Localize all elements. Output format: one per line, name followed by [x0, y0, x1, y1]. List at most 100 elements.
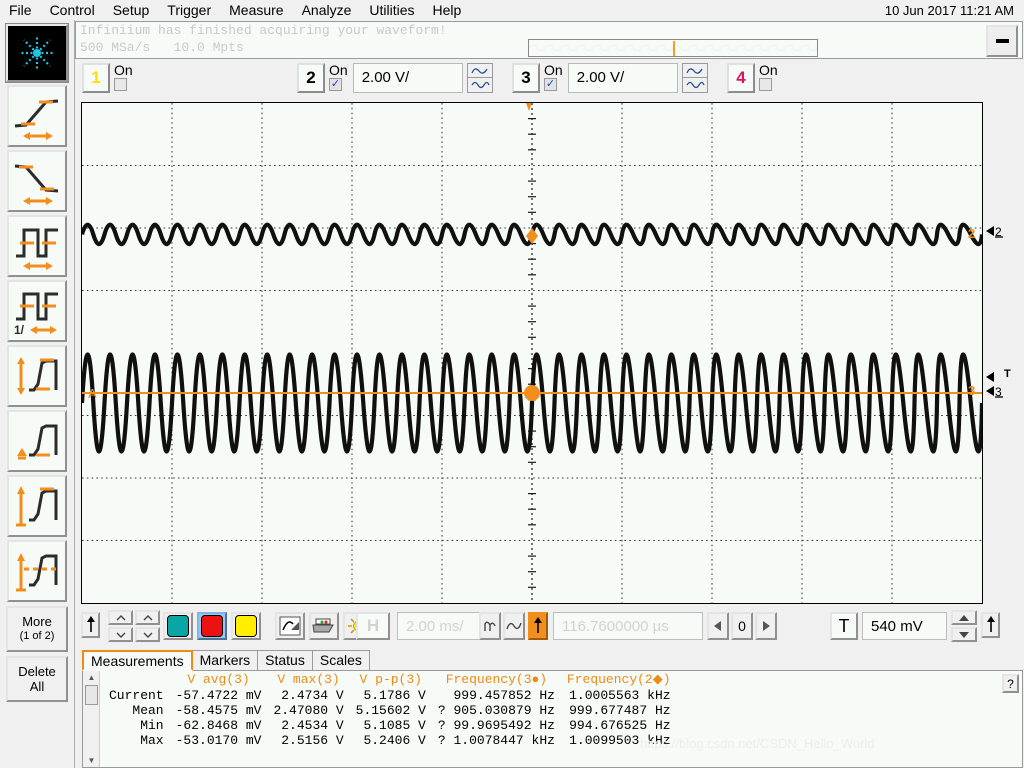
minimize-button[interactable]: [986, 25, 1018, 57]
scroll-up-button-2[interactable]: [135, 610, 160, 625]
cell-mean-v-max: 2.47080 V: [273, 703, 344, 718]
trigger-coupling-button[interactable]: [479, 612, 501, 640]
stop-indicator-icon: [201, 615, 223, 637]
logo-button[interactable]: [6, 24, 68, 82]
channel-2-ac-coupling-button[interactable]: [466, 63, 493, 78]
delay-increment-button[interactable]: [755, 612, 777, 640]
chevron-up-icon: [143, 614, 152, 620]
table-row: Current -57.4722 mV 2.4734 V 5.1786 V 99…: [103, 688, 677, 703]
col-header-v-pp[interactable]: V p-p(3): [350, 671, 432, 688]
menu-item-measure[interactable]: Measure: [220, 1, 292, 19]
channel-3-scale-field[interactable]: 2.00 V/: [567, 63, 678, 93]
amplitude-icon: [17, 357, 58, 395]
sample-rate-value: 500 MSa/s: [80, 40, 151, 55]
trigger-mode-button[interactable]: [503, 612, 525, 640]
menu-item-utilities[interactable]: Utilities: [360, 1, 423, 19]
channel-1-checkbox[interactable]: ✓: [114, 78, 127, 91]
menu-item-setup[interactable]: Setup: [104, 1, 159, 19]
channel-3-dc-coupling-button[interactable]: [681, 78, 708, 93]
frequency-measurement-button[interactable]: 1/: [7, 280, 67, 342]
row-label-max: Max: [140, 733, 164, 748]
channel-2-dc-coupling-button[interactable]: [466, 78, 493, 93]
oscilloscope-window: File Control Setup Trigger Measure Analy…: [0, 0, 1024, 768]
single-indicator-icon: [235, 615, 257, 637]
single-button[interactable]: [231, 612, 261, 640]
col-header-freq-3[interactable]: Frequency(3●): [432, 671, 561, 688]
horizontal-scale-button[interactable]: H: [356, 612, 390, 640]
top-level-measurement-button[interactable]: [7, 475, 67, 537]
tab-scales[interactable]: Scales: [311, 650, 370, 671]
menu-item-analyze[interactable]: Analyze: [293, 1, 361, 19]
delay-value-button[interactable]: 0: [731, 612, 753, 640]
channel-4-button[interactable]: 4: [727, 63, 755, 93]
more-button[interactable]: More (1 of 2): [6, 606, 68, 652]
channel-1-button[interactable]: 1: [82, 63, 110, 93]
tab-status[interactable]: Status: [257, 650, 313, 671]
triangle-down-icon: [959, 631, 969, 638]
trigger-level-icon-button[interactable]: T: [830, 612, 858, 640]
tab-markers[interactable]: Markers: [191, 650, 259, 671]
scrollbar-down-arrow-icon[interactable]: ▼: [83, 754, 100, 767]
delete-all-button[interactable]: Delete All: [6, 656, 68, 702]
rise-time-measurement-button[interactable]: [7, 85, 67, 147]
top-level-icon: [16, 486, 58, 527]
delay-field[interactable]: 116.7600000 µs: [553, 612, 703, 640]
pulse-width-measurement-button[interactable]: [7, 215, 67, 277]
fall-time-measurement-button[interactable]: [7, 150, 67, 212]
status-message: Infiniium has finished acquiring your wa…: [80, 23, 447, 38]
measurements-scrollbar[interactable]: ▲ ▼: [83, 671, 100, 767]
menu-item-trigger[interactable]: Trigger: [158, 1, 220, 19]
trigger-level-up-button[interactable]: [951, 610, 977, 625]
ac-coupling-icon: [471, 67, 488, 74]
amplitude-measurement-button[interactable]: [7, 345, 67, 407]
channel-3-offset-marker[interactable]: [524, 385, 540, 401]
channel-4-checkbox[interactable]: ✓: [759, 78, 772, 91]
channel-3-checkbox[interactable]: ✓: [544, 78, 557, 91]
trigger-level-field[interactable]: 540 mV: [862, 612, 947, 640]
autoscale-button[interactable]: [275, 612, 305, 640]
menu-item-help[interactable]: Help: [424, 1, 471, 19]
channel-2-scale-field[interactable]: 2.00 V/: [352, 63, 463, 93]
measurement-tool-rail: 1/ More (1 of 2) Delete All: [0, 20, 75, 768]
table-row: Max -53.0170 mV 2.5156 V 5.2406 V ? 1.00…: [103, 733, 677, 748]
print-button[interactable]: [309, 612, 339, 640]
infiniium-logo-icon: [19, 35, 55, 71]
trigger-find-button[interactable]: [981, 612, 1000, 638]
tab-measurements[interactable]: Measurements: [82, 650, 193, 671]
cell-max-freq-2: 1.0099503 kHz: [569, 733, 671, 748]
waveform-display[interactable]: A: [81, 102, 983, 604]
channel-1-group: 1 On ✓: [82, 63, 133, 97]
col-header-freq-2[interactable]: Frequency(2◆): [561, 671, 677, 688]
base-level-measurement-button[interactable]: [7, 410, 67, 472]
channel-3-ac-coupling-button[interactable]: [681, 63, 708, 78]
trigger-position-marker[interactable]: [526, 103, 532, 111]
scroll-down-button-1[interactable]: [108, 627, 133, 642]
delay-reset-button[interactable]: [528, 612, 548, 640]
delay-decrement-button[interactable]: [707, 612, 729, 640]
trigger-edge-icon: [484, 621, 496, 631]
run-stop-arrow-button[interactable]: [81, 612, 100, 638]
scrollbar-up-arrow-icon[interactable]: ▲: [83, 671, 100, 684]
col-header-v-max[interactable]: V max(3): [267, 671, 349, 688]
waveform-overview-strip[interactable]: [528, 39, 818, 57]
menu-item-control[interactable]: Control: [41, 1, 104, 19]
autoscale-icon: [279, 616, 301, 636]
cell-max-freq-3: ? 1.0078447 kHz: [432, 733, 561, 748]
channel-3-group: 3 On ✓ 2.00 V/: [512, 63, 708, 97]
menu-item-file[interactable]: File: [0, 1, 41, 19]
scroll-up-button-1[interactable]: [108, 610, 133, 625]
cell-max-v-max: 2.5156 V: [281, 733, 344, 748]
stop-button[interactable]: [197, 612, 227, 640]
channel-3-button[interactable]: 3: [512, 63, 540, 93]
trigger-level-down-button[interactable]: [951, 627, 977, 642]
clock-label: 10 Jun 2017 11:21 AM: [884, 2, 1014, 18]
scroll-down-button-2[interactable]: [135, 627, 160, 642]
channel-2-checkbox[interactable]: ✓: [329, 78, 342, 91]
scrollbar-thumb[interactable]: [85, 685, 98, 705]
channel-2-button[interactable]: 2: [297, 63, 325, 93]
run-button[interactable]: [163, 612, 193, 640]
cell-min-v-pp: 5.1085 V: [363, 718, 426, 733]
overshoot-measurement-button[interactable]: [7, 540, 67, 602]
help-button[interactable]: ?: [1002, 674, 1019, 693]
col-header-v-avg[interactable]: V avg(3): [170, 671, 268, 688]
